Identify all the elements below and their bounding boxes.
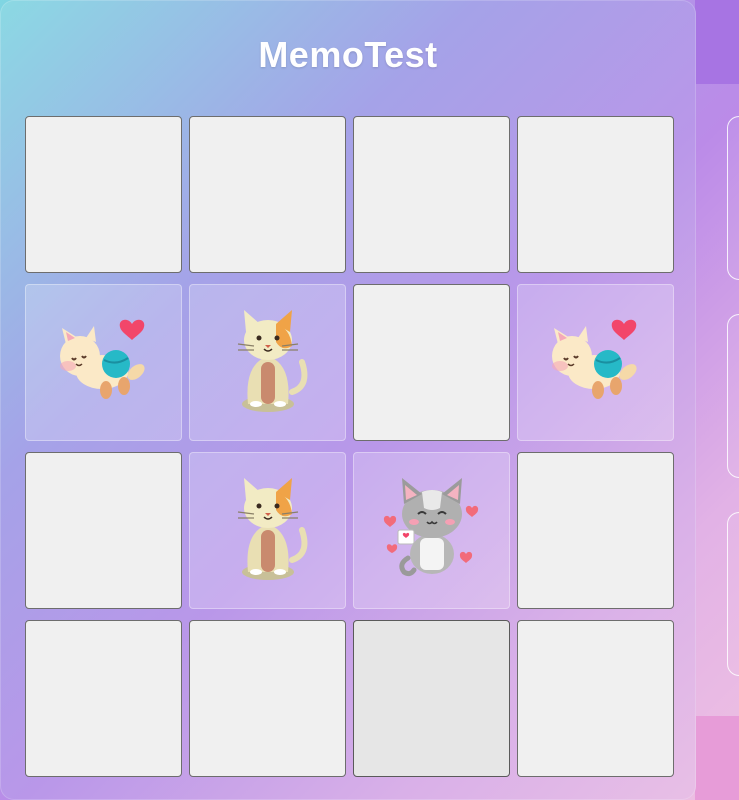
game-panel: MemoTest bbox=[0, 0, 696, 800]
card-grid bbox=[25, 116, 674, 777]
memory-card[interactable] bbox=[25, 620, 182, 777]
memory-card[interactable] bbox=[517, 116, 674, 273]
memory-card-revealed[interactable] bbox=[517, 284, 674, 441]
side-panel-tab bbox=[727, 512, 739, 676]
memory-card-revealed[interactable] bbox=[353, 452, 510, 609]
game-title: MemoTest bbox=[258, 34, 438, 75]
memory-card[interactable] bbox=[189, 620, 346, 777]
memory-card[interactable] bbox=[25, 452, 182, 609]
side-panel-tab bbox=[727, 116, 739, 280]
sitting-calico-cat-icon bbox=[208, 300, 328, 425]
memory-card[interactable] bbox=[25, 116, 182, 273]
cat-with-yarn-ball-heart-icon bbox=[44, 300, 164, 425]
sitting-calico-cat-icon bbox=[208, 468, 328, 593]
memory-card-revealed[interactable] bbox=[189, 284, 346, 441]
background-corner-bottom bbox=[695, 716, 739, 800]
memory-card-revealed[interactable] bbox=[189, 452, 346, 609]
cat-with-yarn-ball-heart-icon bbox=[536, 300, 656, 425]
memory-card[interactable] bbox=[517, 452, 674, 609]
background-corner-top bbox=[695, 0, 739, 84]
memory-card[interactable] bbox=[517, 620, 674, 777]
side-panel-tab bbox=[727, 314, 739, 478]
gray-cat-with-hearts-letter-icon bbox=[372, 468, 492, 593]
memory-card[interactable] bbox=[353, 116, 510, 273]
memory-card[interactable] bbox=[353, 620, 510, 777]
memory-card[interactable] bbox=[353, 284, 510, 441]
memory-card[interactable] bbox=[189, 116, 346, 273]
memory-card-revealed[interactable] bbox=[25, 284, 182, 441]
